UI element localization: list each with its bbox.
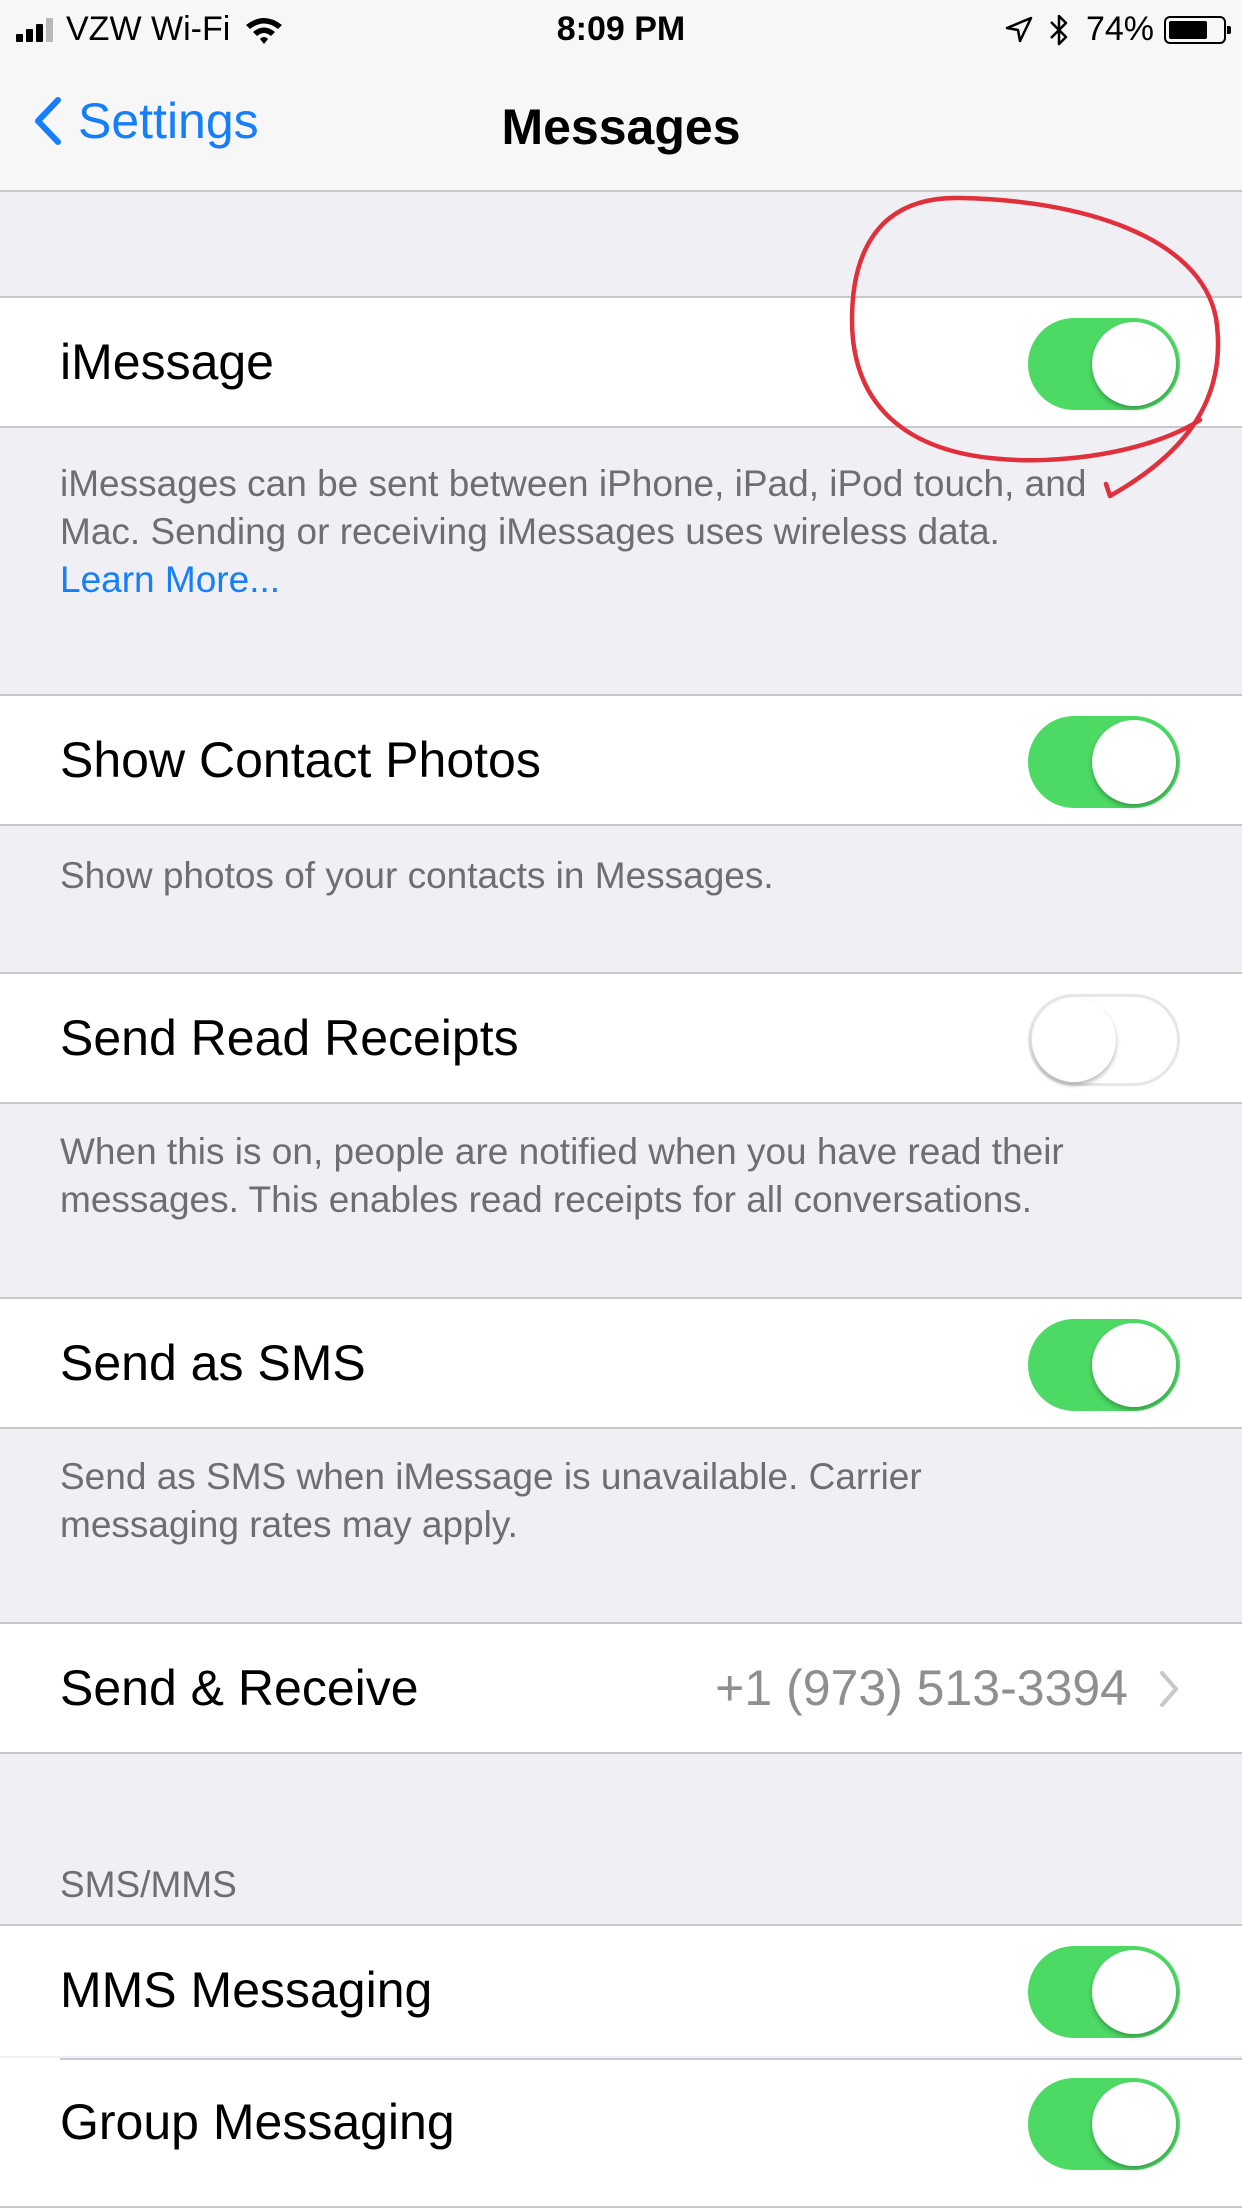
status-bar: VZW Wi-Fi 8:09 PM 74% bbox=[0, 0, 1242, 60]
show-contact-photos-toggle[interactable] bbox=[1028, 716, 1180, 808]
toggle-knob bbox=[1092, 2082, 1176, 2166]
mms-messaging-row: MMS Messaging bbox=[0, 1924, 1242, 2056]
imessage-footer-line-2: Mac. Sending or receiving iMessages uses… bbox=[60, 511, 1000, 552]
send-receive-label: Send & Receive bbox=[60, 1660, 419, 1716]
page-title: Messages bbox=[501, 99, 741, 155]
toggle-knob bbox=[1092, 322, 1176, 406]
send-receive-value: +1 (973) 513-3394 bbox=[715, 1660, 1128, 1716]
send-as-sms-footer-line-2: messaging rates may apply. bbox=[60, 1504, 518, 1545]
imessage-label: iMessage bbox=[60, 334, 274, 390]
send-as-sms-row: Send as SMS bbox=[0, 1297, 1242, 1429]
send-as-sms-toggle[interactable] bbox=[1028, 1319, 1180, 1411]
send-as-sms-footer: Send as SMS when iMessage is unavailable… bbox=[60, 1453, 1190, 1549]
group-messaging-label: Group Messaging bbox=[60, 2094, 455, 2150]
battery-icon bbox=[1164, 15, 1231, 44]
show-contact-photos-row: Show Contact Photos bbox=[0, 694, 1242, 826]
bluetooth-icon bbox=[1050, 14, 1068, 45]
imessage-footer: iMessages can be sent between iPhone, iP… bbox=[60, 460, 1190, 604]
read-receipts-footer: When this is on, people are notified whe… bbox=[60, 1128, 1190, 1224]
send-receive-row[interactable]: Send & Receive +1 (973) 513-3394 bbox=[0, 1622, 1242, 1754]
mms-messaging-label: MMS Messaging bbox=[60, 1962, 433, 2018]
navigation-bar: Settings Messages bbox=[0, 60, 1242, 192]
toggle-knob bbox=[1092, 720, 1176, 804]
group-messaging-row: Group Messaging bbox=[0, 2058, 1242, 2208]
mms-messaging-toggle[interactable] bbox=[1028, 1946, 1180, 2038]
send-read-receipts-label: Send Read Receipts bbox=[60, 1010, 519, 1066]
contact-photos-footer: Show photos of your contacts in Messages… bbox=[60, 855, 774, 896]
toggle-knob bbox=[1032, 998, 1116, 1082]
battery-fill bbox=[1169, 20, 1207, 39]
battery-percent: 74% bbox=[1085, 10, 1154, 48]
learn-more-link[interactable]: Learn More... bbox=[60, 556, 1190, 604]
read-receipts-footer-line-2: messages. This enables read receipts for… bbox=[60, 1179, 1033, 1220]
chevron-right-icon bbox=[1160, 1671, 1178, 1707]
send-read-receipts-toggle[interactable] bbox=[1028, 994, 1180, 1086]
send-as-sms-footer-line-1: Send as SMS when iMessage is unavailable… bbox=[60, 1456, 922, 1497]
toggle-knob bbox=[1092, 1323, 1176, 1407]
imessage-toggle[interactable] bbox=[1028, 318, 1180, 410]
toggle-knob bbox=[1092, 1950, 1176, 2034]
sms-mms-section-header: SMS/MMS bbox=[60, 1864, 237, 1905]
location-icon bbox=[1005, 16, 1033, 42]
send-as-sms-label: Send as SMS bbox=[60, 1335, 366, 1391]
send-read-receipts-row: Send Read Receipts bbox=[0, 972, 1242, 1104]
imessage-row: iMessage bbox=[0, 296, 1242, 428]
group-messaging-toggle[interactable] bbox=[1028, 2078, 1180, 2170]
read-receipts-footer-line-1: When this is on, people are notified whe… bbox=[60, 1131, 1064, 1172]
show-contact-photos-label: Show Contact Photos bbox=[60, 732, 541, 788]
imessage-footer-line-1: iMessages can be sent between iPhone, iP… bbox=[60, 463, 1087, 504]
